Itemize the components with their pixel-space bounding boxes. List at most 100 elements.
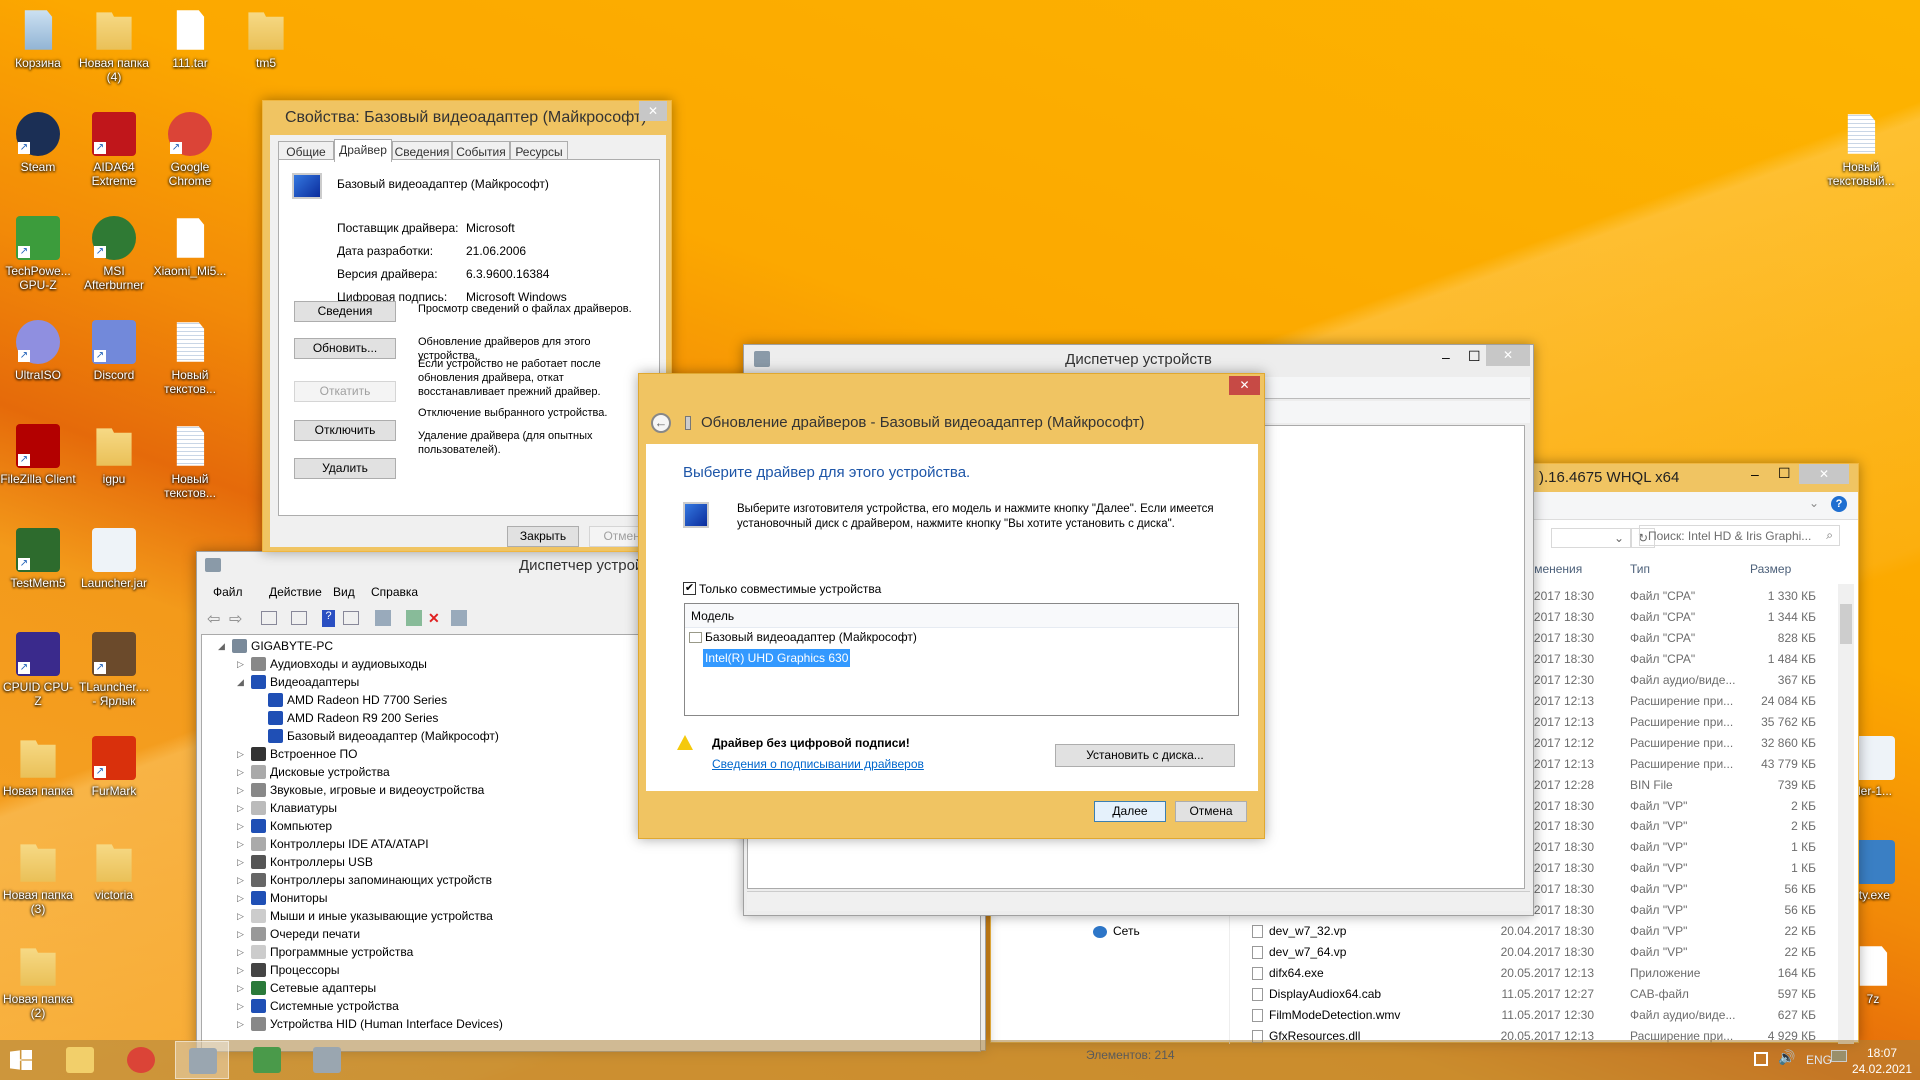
tab-3[interactable]: События	[452, 141, 510, 161]
expand-arrow-icon[interactable]: ▷	[237, 961, 247, 979]
desktop-icon[interactable]: Новый текстов...	[152, 320, 228, 396]
close-button[interactable]: ✕	[1486, 345, 1530, 366]
desktop-icon[interactable]: tm5	[228, 8, 304, 70]
desktop-icon[interactable]: Xiaomi_Mi5...	[152, 216, 228, 278]
ribbon-expand-icon[interactable]: ⌄	[1809, 496, 1819, 510]
action-button[interactable]: Отключить	[294, 420, 396, 441]
view-icon[interactable]	[343, 611, 359, 625]
update-driver-icon[interactable]	[406, 610, 422, 626]
desktop-icon[interactable]: Новая папка (2)	[0, 944, 76, 1020]
expand-arrow-icon[interactable]: ▷	[237, 799, 247, 817]
desktop-icon[interactable]: Launcher.jar	[76, 528, 152, 590]
desktop-icon[interactable]: victoria	[76, 840, 152, 902]
close-button[interactable]: ✕	[639, 101, 667, 121]
file-row[interactable]: dev_w7_64.vp 20.04.2017 18:30 Файл "VP" 22 …	[991, 942, 1831, 963]
network-tray-icon[interactable]	[1754, 1052, 1768, 1066]
menu-item[interactable]: Вид	[333, 585, 355, 599]
tab-2[interactable]: Сведения	[392, 141, 452, 161]
expand-arrow-icon[interactable]: ▷	[237, 997, 247, 1015]
menu-item[interactable]: Справка	[371, 585, 418, 599]
expand-arrow-icon[interactable]: ▷	[237, 889, 247, 907]
language-indicator[interactable]: ENG	[1806, 1053, 1832, 1067]
have-disk-button[interactable]: Установить с диска...	[1055, 744, 1235, 767]
properties-view-icon[interactable]	[261, 611, 277, 625]
expand-arrow-icon[interactable]: ▷	[237, 745, 247, 763]
compatible-checkbox[interactable]: ✔	[683, 582, 696, 595]
desktop-icon[interactable]: Новая папка (3)	[0, 840, 76, 916]
action-button[interactable]: Обновить...	[294, 338, 396, 359]
volume-icon[interactable]: 🔊	[1778, 1049, 1795, 1066]
tree-item[interactable]: ▷ Системные устройства	[202, 997, 972, 1015]
scrollbar[interactable]	[1838, 584, 1854, 1044]
expand-arrow-icon[interactable]: ▷	[237, 781, 247, 799]
column-type[interactable]: Тип	[1630, 562, 1650, 576]
tree-item[interactable]: ▷ Программные устройства	[202, 943, 972, 961]
desktop-icon[interactable]: ↗ MSI Afterburner	[76, 216, 152, 292]
column-size[interactable]: Размер	[1750, 562, 1791, 576]
list-item-selected[interactable]: Intel(R) UHD Graphics 630	[703, 649, 851, 667]
tab-0[interactable]: Общие	[278, 141, 334, 161]
file-row[interactable]: difx64.exe 20.05.2017 12:13 Приложение 164 …	[991, 963, 1831, 984]
collapse-arrow-icon[interactable]: ◢	[218, 637, 228, 655]
uninstall-icon[interactable]: ✕	[428, 610, 440, 627]
scan-hardware-icon[interactable]	[375, 610, 391, 626]
close-button[interactable]: ✕	[1229, 376, 1260, 395]
minimize-button[interactable]: ‒	[1751, 466, 1759, 482]
close-dialog-button[interactable]: Закрыть	[507, 526, 579, 547]
desktop-icon[interactable]: Новая папка (4)	[76, 8, 152, 84]
taskbar-device-manager[interactable]	[175, 1041, 229, 1079]
action-button[interactable]: Сведения	[294, 301, 396, 322]
taskbar-file-explorer[interactable]	[53, 1041, 107, 1079]
tree-item[interactable]: ▷ Устройства HID (Human Interface Devices…	[202, 1015, 972, 1033]
expand-arrow-icon[interactable]: ▷	[237, 835, 247, 853]
expand-arrow-icon[interactable]: ▷	[237, 979, 247, 997]
action-button[interactable]: Удалить	[294, 458, 396, 479]
desktop-icon[interactable]: ↗ Google Chrome	[152, 112, 228, 188]
forward-icon[interactable]: ⇨	[229, 609, 242, 629]
desktop-icon[interactable]: ↗ TestMem5	[0, 528, 76, 590]
expand-arrow-icon[interactable]: ▷	[237, 763, 247, 781]
next-button[interactable]: Далее	[1094, 801, 1166, 822]
address-dropdown[interactable]: ⌄	[1551, 528, 1631, 548]
file-row[interactable]: DisplayAudiox64.cab 11.05.2017 12:27 CAB-ф…	[991, 984, 1831, 1005]
desktop-icon[interactable]: ↗ Steam	[0, 112, 76, 174]
taskbar-chrome[interactable]	[114, 1041, 168, 1079]
menu-item[interactable]: Файл	[213, 585, 243, 599]
expand-arrow-icon[interactable]: ▷	[237, 817, 247, 835]
desktop-icon[interactable]: 111.tar	[152, 8, 228, 70]
desktop-icon[interactable]: ↗ Discord	[76, 320, 152, 382]
list-icon[interactable]	[291, 611, 307, 625]
driver-signing-link[interactable]: Сведения о подписывании драйверов	[712, 757, 924, 771]
expand-arrow-icon[interactable]: ▷	[237, 907, 247, 925]
collapse-arrow-icon[interactable]: ◢	[237, 673, 247, 691]
expand-arrow-icon[interactable]: ▷	[237, 871, 247, 889]
desktop-icon[interactable]: Новая папка	[0, 736, 76, 798]
desktop-icon[interactable]: ↗ TLauncher.... - Ярлык	[76, 632, 152, 708]
taskbar-device-manager-2[interactable]	[300, 1041, 354, 1079]
maximize-button[interactable]: ☐	[1468, 348, 1481, 365]
desktop-icon[interactable]: Корзина	[0, 8, 76, 70]
tree-item[interactable]: ▷ Сетевые адаптеры	[202, 979, 972, 997]
tab-4[interactable]: Ресурсы	[510, 141, 568, 161]
desktop-icon[interactable]: ↗ AIDA64 Extreme	[76, 112, 152, 188]
desktop-icon[interactable]: ↗ FileZilla Client	[0, 424, 76, 486]
taskbar-gpu-tool[interactable]	[240, 1041, 294, 1079]
back-icon[interactable]: ⇦	[207, 609, 220, 629]
list-item[interactable]: Базовый видеоадаптер (Майкрософт)	[705, 630, 917, 644]
desktop-icon[interactable]: Новый текстов...	[152, 424, 228, 500]
action-button[interactable]: Откатить	[294, 381, 396, 402]
minimize-button[interactable]: ‒	[1442, 349, 1450, 365]
expand-arrow-icon[interactable]: ▷	[237, 655, 247, 673]
start-button[interactable]	[10, 1050, 32, 1070]
file-row[interactable]: dev_w7_32.vp 20.04.2017 18:30 Файл "VP" 22 …	[991, 921, 1831, 942]
cancel-button[interactable]: Отмена	[1175, 801, 1247, 822]
expand-arrow-icon[interactable]: ▷	[237, 1015, 247, 1033]
expand-arrow-icon[interactable]: ▷	[237, 925, 247, 943]
close-button[interactable]: ✕	[1799, 464, 1849, 484]
disable-icon[interactable]	[451, 610, 467, 626]
tree-item[interactable]: ▷ Процессоры	[202, 961, 972, 979]
help-icon[interactable]: ?	[1831, 496, 1847, 512]
tab-1[interactable]: Драйвер	[334, 139, 392, 162]
show-desktop-tray-icon[interactable]	[1831, 1050, 1847, 1062]
file-row[interactable]: FilmModeDetection.wmv 11.05.2017 12:30 Фай…	[991, 1005, 1831, 1026]
